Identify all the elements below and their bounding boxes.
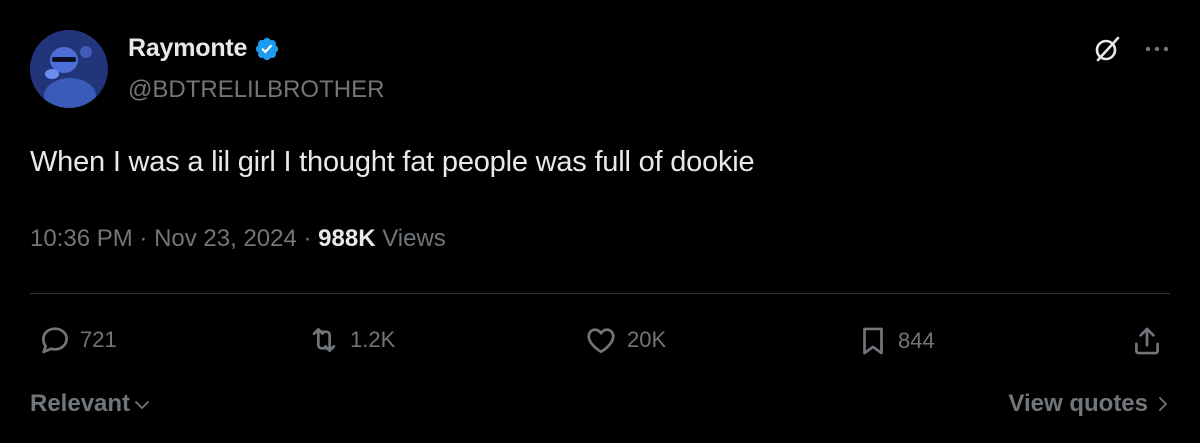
views-label[interactable]: Views [376, 225, 446, 253]
bookmark-count: 844 [898, 328, 935, 353]
chevron-right-icon [1159, 397, 1167, 411]
like-count: 20K [627, 327, 667, 352]
tweet-meta: 10:36 PM · Nov 23, 2024 · 988K Views [30, 225, 446, 253]
author-name-row: Raymonte [128, 34, 280, 63]
author-handle[interactable]: @BDTRELILBROTHER [128, 76, 384, 104]
top-actions [1092, 34, 1170, 64]
meta-separator: · [132, 225, 155, 252]
grok-icon[interactable] [1092, 34, 1122, 64]
meta-separator: · [296, 225, 319, 252]
repost-button[interactable]: 1.2K [306, 323, 395, 357]
reply-button[interactable]: 721 [38, 323, 117, 357]
tweet-time[interactable]: 10:36 PM [30, 225, 133, 253]
sort-replies-dropdown[interactable]: Relevant [30, 390, 152, 418]
tweet-footer: Relevant View quotes [30, 390, 1170, 426]
avatar-image [30, 30, 108, 108]
like-button[interactable]: 20K [583, 323, 666, 357]
repost-icon [312, 328, 336, 352]
heart-icon [587, 328, 615, 354]
tweet-text: When I was a lil girl I thought fat peop… [30, 146, 755, 178]
bookmark-button[interactable]: 844 [856, 323, 935, 359]
action-bar: 721 1.2K 20K 844 [30, 323, 1170, 367]
views-count[interactable]: 988K [318, 225, 375, 253]
bookmark-icon [863, 327, 883, 355]
avatar[interactable] [30, 30, 108, 108]
reply-icon [42, 327, 68, 354]
tweet-card: Raymonte @BDTRELILBROTHER When I was a l… [0, 0, 1200, 443]
repost-count: 1.2K [350, 327, 396, 352]
share-icon [1135, 327, 1159, 355]
tweet-date[interactable]: Nov 23, 2024 [154, 225, 297, 253]
author-display-name[interactable]: Raymonte [128, 34, 247, 63]
sort-label: Relevant [30, 390, 131, 417]
chevron-down-icon [135, 401, 149, 409]
reply-count: 721 [80, 327, 117, 352]
view-quotes-link[interactable]: View quotes [1008, 390, 1170, 418]
more-options-icon[interactable] [1144, 45, 1170, 53]
verified-badge-icon [256, 37, 279, 60]
divider [30, 293, 1170, 294]
view-quotes-label: View quotes [1008, 390, 1148, 417]
share-button[interactable] [1130, 323, 1164, 359]
